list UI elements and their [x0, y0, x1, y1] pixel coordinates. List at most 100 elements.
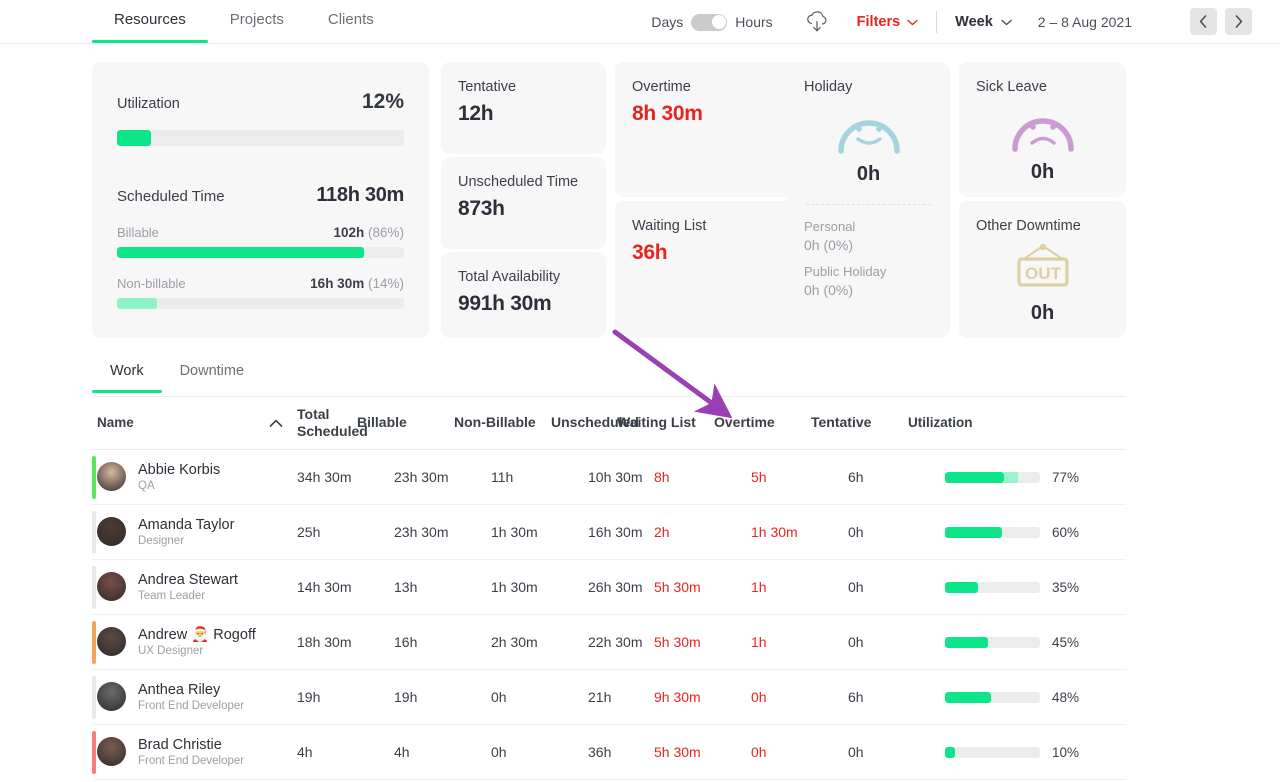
holiday-public-value: 0h [804, 282, 820, 298]
column-header-name[interactable]: Name [92, 415, 297, 432]
utilization-bar [945, 526, 1040, 538]
next-period-button[interactable] [1225, 8, 1252, 35]
total-availability-title: Total Availability [458, 269, 561, 285]
other-downtime-value: 0h [1030, 302, 1055, 324]
resource-name: Brad Christie [138, 736, 222, 753]
tab-resources-label: Resources [114, 11, 186, 28]
column-header-overtime[interactable]: Overtime [714, 414, 811, 432]
tab-downtime[interactable]: Downtime [162, 358, 262, 393]
cell-billable: 23h 30m [394, 524, 449, 540]
nonbillable-value: 16h 30m [310, 276, 365, 291]
other-downtime-card: Other Downtime OUT 0h [959, 201, 1126, 338]
column-header-utilization[interactable]: Utilization [908, 415, 1058, 432]
column-header-non-billable[interactable]: Non-Billable [454, 414, 551, 432]
billable-percent: (86%) [367, 225, 404, 240]
row-status-accent [92, 511, 96, 554]
holiday-value: 0h [856, 163, 881, 185]
days-label: Days [651, 14, 684, 30]
avatar [97, 682, 126, 712]
sick-leave-title: Sick Leave [976, 79, 1047, 95]
column-header-unscheduled[interactable]: Unscheduled [551, 414, 639, 432]
column-header-total-scheduled[interactable]: Total Scheduled [297, 406, 368, 441]
utilization-bar-fill [945, 471, 1004, 483]
cell-utilization: 60% [945, 525, 1095, 540]
tentative-card: Tentative 12h [441, 62, 606, 154]
waiting-list-title: Waiting List [632, 218, 707, 234]
cell-unscheduled: 16h 30m [588, 524, 643, 540]
resource-name: Andrew 🎅 Rogoff [138, 626, 256, 643]
table-row[interactable]: Brad Christie Front End Developer 4h 4h 0h 36… [92, 725, 1126, 780]
cell-total-scheduled: 34h 30m [297, 469, 352, 485]
nonbillable-percent: (14%) [367, 276, 404, 291]
cell-overtime: 0h [751, 689, 767, 705]
cell-overtime: 1h [751, 634, 767, 650]
cell-name[interactable]: Andrew 🎅 Rogoff UX Designer [92, 626, 297, 657]
period-selector[interactable]: Week [955, 14, 1012, 30]
nonbillable-row: Non-billable 16h 30m (14%) [117, 276, 404, 291]
cell-tentative: 0h [848, 524, 864, 540]
utilization-bar [117, 130, 404, 146]
filters-button[interactable]: Filters [857, 14, 919, 30]
cell-utilization: 77% [945, 470, 1095, 485]
cell-waiting-list: 5h 30m [654, 744, 701, 760]
table-row[interactable]: Amanda Taylor Designer 25h 23h 30m 1h 30m 16h… [92, 505, 1126, 560]
tab-work[interactable]: Work [92, 358, 162, 393]
tentative-title: Tentative [458, 79, 517, 95]
cell-name[interactable]: Abbie Korbis QA [92, 461, 297, 492]
toolbar: Days Hours Filters Week 2 – 8 Aug 2021 [651, 0, 1132, 44]
cell-non-billable: 0h [491, 689, 507, 705]
cell-name[interactable]: Amanda Taylor Designer [92, 517, 297, 547]
avatar [97, 627, 126, 657]
utilization-bar [945, 746, 1040, 758]
billable-value: 102h [333, 225, 365, 240]
tab-projects[interactable]: Projects [208, 0, 306, 43]
utilization-bar-fill [945, 636, 988, 648]
utilization-percent: 48% [1052, 689, 1080, 705]
avatar [97, 572, 126, 602]
cell-unscheduled: 36h [588, 744, 612, 760]
column-header-billable[interactable]: Billable [357, 414, 454, 432]
cell-name[interactable]: Andrea Stewart Team Leader [92, 572, 297, 602]
cell-tentative: 0h [848, 579, 864, 595]
cell-billable: 23h 30m [394, 469, 449, 485]
unscheduled-time-value: 873h [458, 197, 505, 220]
chevron-down-icon [907, 19, 918, 25]
billable-bar-fill [117, 247, 364, 258]
days-hours-toggle[interactable] [691, 13, 728, 31]
table-row[interactable]: Anthea Riley Front End Developer 19h 19h 0h 2… [92, 670, 1126, 725]
cloud-download-icon[interactable] [803, 9, 831, 35]
unscheduled-time-card: Unscheduled Time 873h [441, 157, 606, 249]
smiley-face-icon [804, 101, 933, 157]
nonbillable-label: Non-billable [117, 276, 186, 291]
table-body: Abbie Korbis QA 34h 30m 23h 30m 11h 10h 30m 8h… [92, 450, 1126, 780]
column-header-tentative[interactable]: Tentative [811, 414, 908, 432]
toggle-knob [711, 15, 726, 29]
utilization-bar [945, 636, 1040, 648]
table-row[interactable]: Abbie Korbis QA 34h 30m 23h 30m 11h 10h 30m 8h… [92, 450, 1126, 505]
cell-waiting-list: 5h 30m [654, 579, 701, 595]
table-row[interactable]: Andrea Stewart Team Leader 14h 30m 13h 1h 30… [92, 560, 1126, 615]
utilization-bar-fill [945, 526, 1002, 538]
cell-non-billable: 1h 30m [491, 524, 538, 540]
cell-name[interactable]: Brad Christie Front End Developer [92, 736, 297, 767]
cell-tentative: 6h [848, 469, 864, 485]
chevron-down-icon [1001, 19, 1012, 25]
cell-name[interactable]: Anthea Riley Front End Developer [92, 682, 297, 712]
prev-period-button[interactable] [1190, 8, 1217, 35]
tab-work-label: Work [110, 363, 144, 379]
tab-resources[interactable]: Resources [92, 0, 208, 43]
cell-waiting-list: 9h 30m [654, 689, 701, 705]
utilization-percent: 60% [1052, 524, 1080, 540]
table-row[interactable]: Andrew 🎅 Rogoff UX Designer 18h 30m 16h 2h 3… [92, 615, 1126, 670]
nonbillable-bar-fill [117, 298, 158, 309]
cell-utilization: 35% [945, 580, 1095, 595]
utilization-bar [945, 691, 1040, 703]
resource-name: Abbie Korbis [138, 461, 221, 478]
cell-non-billable: 2h 30m [491, 634, 538, 650]
column-header-waiting-list[interactable]: Waiting List [617, 414, 714, 432]
scheduled-time-title: Scheduled Time [117, 188, 225, 205]
cell-unscheduled: 26h 30m [588, 579, 643, 595]
tab-clients[interactable]: Clients [306, 0, 396, 43]
holiday-public-row: Public Holiday 0h (0%) [804, 264, 933, 298]
cell-utilization: 10% [945, 745, 1095, 760]
